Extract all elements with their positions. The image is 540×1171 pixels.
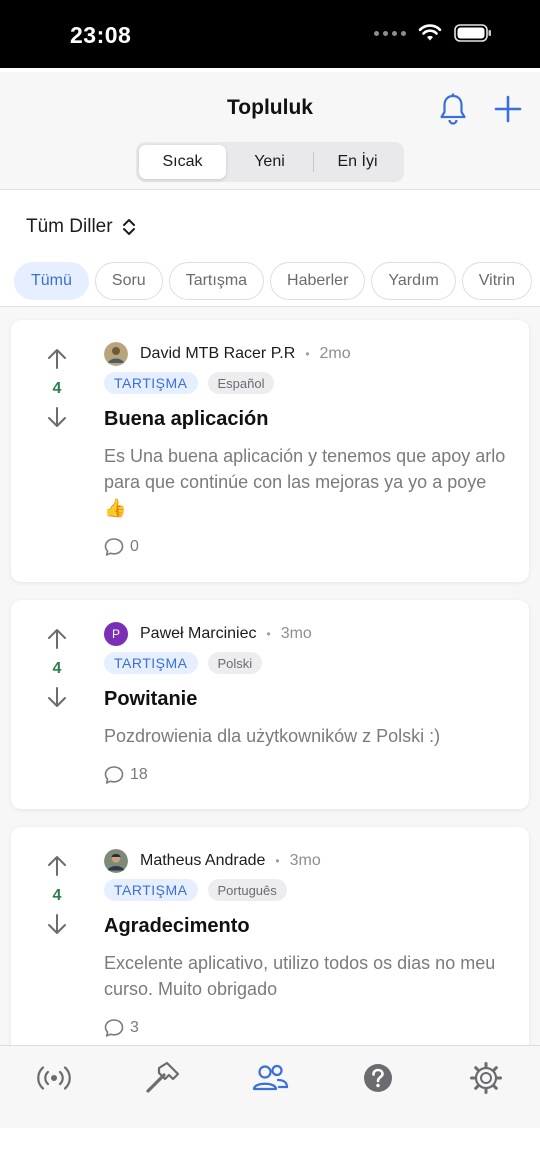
post-title[interactable]: Powitanie [104,688,509,711]
language-badge: Polski [207,652,263,674]
hammer-icon [146,1061,180,1093]
avatar[interactable] [104,342,128,366]
chip-discussion[interactable]: Tartışma [168,262,265,300]
chip-all[interactable]: Tümü [14,262,89,300]
post-card[interactable]: 4 Matheus Andrade • 3mo TARTIŞMA Portugu… [11,827,529,1045]
comment-bubble-icon [104,766,124,784]
post-title[interactable]: Buena aplicación [104,408,509,431]
downvote-arrow-icon[interactable] [46,913,68,935]
comments-count[interactable]: 18 [104,765,509,785]
status-time: 23:08 [70,22,132,48]
chevron-up-down-icon [122,219,135,235]
post-time: 2mo [319,345,351,362]
post-time: 3mo [280,625,312,642]
post-tags: TARTIŞMA Português [104,879,509,901]
author-row: David MTB Racer P.R • 2mo [104,342,509,366]
post-excerpt: Excelente aplicativo, utilizo todos os d… [104,953,496,999]
sort-tab-top[interactable]: En İyi [314,145,401,179]
status-icons [374,24,492,42]
comments-count[interactable]: 0 [104,537,509,557]
category-badge: TARTIŞMA [104,652,198,674]
post-card[interactable]: 4 P Paweł Marciniec • 3mo TARTIŞMA Polsk… [11,600,529,809]
help-icon [364,1064,392,1092]
sort-tab-new[interactable]: Yeni [226,145,313,179]
vote-control: 4 [45,628,69,708]
vote-control: 4 [45,855,69,935]
vote-control: 4 [45,348,69,428]
downvote-arrow-icon[interactable] [46,686,68,708]
status-bar: 23:08 [0,0,540,68]
post-excerpt: Es Una buena aplicación y tenemos que ap… [104,446,506,518]
battery-icon [454,24,491,42]
post-title[interactable]: Agradecimento [104,915,509,938]
author-row: P Paweł Marciniec • 3mo [104,622,509,646]
chip-question[interactable]: Soru [94,262,163,300]
vote-count: 4 [52,380,62,397]
tab-help[interactable] [357,1060,399,1096]
language-badge: Español [207,372,275,394]
language-filter-label: Tüm Diller [26,216,113,237]
tab-community[interactable] [249,1060,291,1096]
notifications-bell-icon[interactable] [436,92,470,126]
comments-count-value: 0 [130,538,139,555]
separator-dot: • [266,627,271,641]
language-filter[interactable]: Tüm Diller [26,216,137,238]
cellular-signal-icon [374,30,406,36]
vote-count: 4 [52,887,62,904]
comment-bubble-icon [104,538,124,556]
chip-showcase[interactable]: Vitrin [461,262,532,300]
post-body: Matheus Andrade • 3mo TARTIŞMA Português… [104,849,509,1038]
language-badge: Português [207,879,287,901]
avatar[interactable]: P [104,622,128,646]
author-name[interactable]: Matheus Andrade [140,852,265,870]
sort-tab-hot[interactable]: Sıcak [139,145,226,179]
header: Topluluk Sıcak Yeni En İyi [0,72,540,190]
comments-count-value: 3 [130,1019,139,1036]
post-body: P Paweł Marciniec • 3mo TARTIŞMA Polski … [104,622,509,785]
post-tags: TARTIŞMA Español [104,372,509,394]
tab-settings[interactable] [465,1060,507,1096]
wifi-icon [418,24,442,41]
post-tags: TARTIŞMA Polski [104,652,509,674]
category-badge: TARTIŞMA [104,372,198,394]
comments-count-value: 18 [130,766,148,783]
category-badge: TARTIŞMA [104,879,198,901]
post-card[interactable]: 4 David MTB Racer P.R • 2mo TARTIŞMA Esp… [11,320,529,582]
author-name[interactable]: Paweł Marciniec [140,625,256,643]
comment-bubble-icon [104,1019,124,1037]
avatar[interactable] [104,849,128,873]
tab-tools[interactable] [141,1060,183,1096]
tab-bar [0,1045,540,1128]
tab-broadcast[interactable] [33,1060,75,1096]
upvote-arrow-icon[interactable] [46,628,68,650]
chip-help[interactable]: Yardım [371,262,456,300]
new-post-button[interactable] [492,92,524,126]
separator-dot: • [275,854,280,868]
upvote-arrow-icon[interactable] [46,348,68,370]
settings-icon [470,1062,502,1094]
downvote-arrow-icon[interactable] [46,406,68,428]
author-row: Matheus Andrade • 3mo [104,849,509,873]
broadcast-icon [37,1066,71,1090]
post-body: David MTB Racer P.R • 2mo TARTIŞMA Españ… [104,342,509,557]
post-feed[interactable]: 4 David MTB Racer P.R • 2mo TARTIŞMA Esp… [0,307,540,1045]
author-name[interactable]: David MTB Racer P.R [140,345,295,363]
upvote-arrow-icon[interactable] [46,855,68,877]
chip-news[interactable]: Haberler [270,262,366,300]
post-time: 3mo [289,852,321,869]
category-chips: Tümü Soru Tartışma Haberler Yardım Vitri… [14,262,540,302]
sort-segmented-control: Sıcak Yeni En İyi [136,142,404,182]
comments-count[interactable]: 3 [104,1018,509,1038]
separator-dot: • [305,347,310,361]
community-icon [252,1064,289,1091]
post-excerpt: Pozdrowienia dla użytkowników z Polski :… [104,726,441,746]
vote-count: 4 [52,660,62,677]
